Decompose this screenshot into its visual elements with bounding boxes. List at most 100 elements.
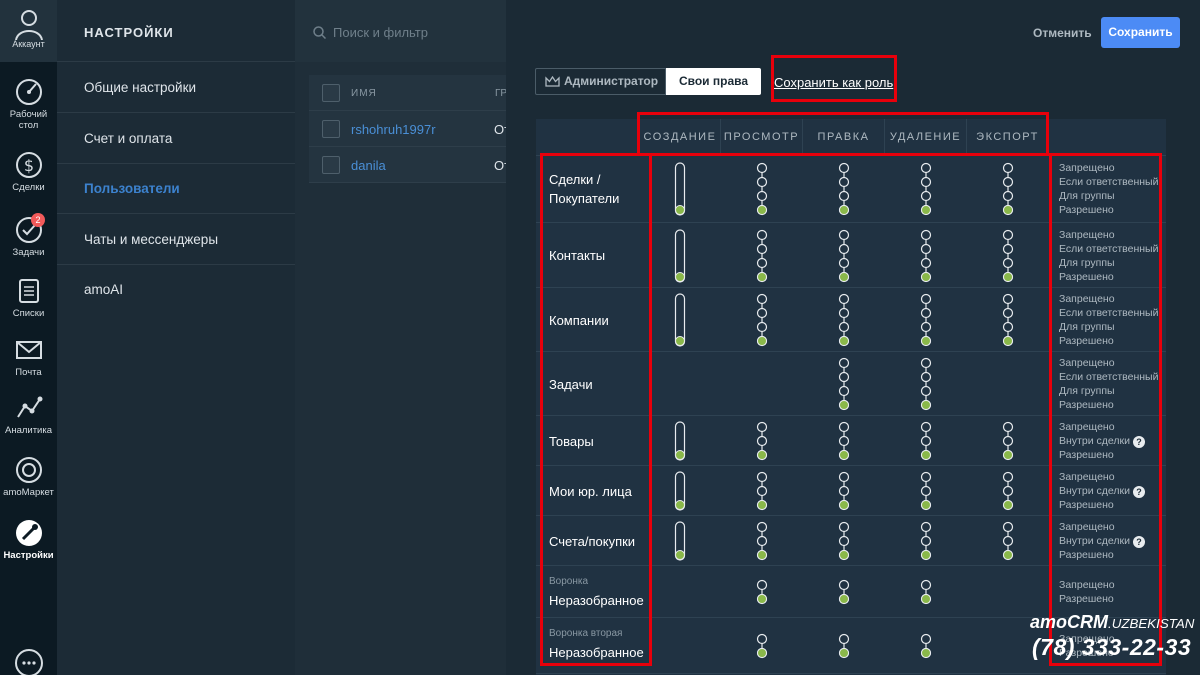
permission-slider[interactable]	[837, 420, 851, 462]
permission-slider[interactable]	[1001, 161, 1015, 217]
nav-tasks[interactable]: 2 Задачи	[0, 213, 57, 258]
tasks-count-badge: 2	[31, 213, 45, 227]
permission-slider[interactable]	[673, 228, 687, 284]
permission-slider[interactable]	[919, 632, 933, 660]
permission-slider[interactable]	[919, 161, 933, 217]
settings-title: НАСТРОЙКИ	[84, 25, 174, 40]
permission-slider[interactable]	[1001, 228, 1015, 284]
nav-settings[interactable]: Настройки	[0, 518, 57, 561]
nav-settings-label: Настройки	[3, 550, 54, 561]
highlight-row-labels	[540, 153, 652, 666]
permission-slider[interactable]	[919, 292, 933, 348]
nav-dashboard-label: Рабочий стол	[9, 109, 48, 131]
analytics-icon	[16, 396, 42, 418]
main-nav-rail: Аккаунт Рабочий стол $ Сделки 2 Задачи С…	[0, 0, 57, 675]
permission-slider[interactable]	[919, 578, 933, 606]
users-list-panel: Поиск и фильтр ИМЯ ГР rshohruh1997r От d…	[295, 0, 510, 675]
tab-administrator[interactable]: Администратор	[535, 68, 666, 95]
permission-slider[interactable]	[755, 520, 769, 562]
search-placeholder: Поиск и фильтр	[333, 25, 428, 40]
permission-slider[interactable]	[673, 420, 687, 462]
permission-slider[interactable]	[919, 420, 933, 462]
permission-slider[interactable]	[837, 356, 851, 412]
nav-deals[interactable]: $ Сделки	[0, 150, 57, 193]
select-all-checkbox[interactable]	[322, 84, 340, 102]
menu-item-amoai[interactable]: amoAI	[57, 264, 295, 315]
menu-item-billing[interactable]: Счет и оплата	[57, 113, 295, 164]
svg-text:$: $	[23, 156, 33, 175]
chat-icon[interactable]	[14, 648, 44, 675]
panel-topbar: Отменить Сохранить	[506, 0, 1200, 62]
permission-slider[interactable]	[755, 632, 769, 660]
crown-icon	[545, 76, 560, 87]
watermark-phone: (78) 333-22-33	[1032, 634, 1192, 660]
account-button[interactable]: Аккаунт	[0, 0, 57, 62]
permission-slider[interactable]	[1001, 470, 1015, 512]
watermark-brand: amoCRM.UZBEKISTAN	[1030, 612, 1194, 633]
nav-lists[interactable]: Списки	[0, 276, 57, 319]
cancel-button[interactable]: Отменить	[1033, 26, 1092, 40]
table-header: ИМЯ ГР	[309, 75, 507, 111]
row-checkbox[interactable]	[322, 156, 340, 174]
tab-own-rights[interactable]: Свои права	[666, 68, 761, 95]
permission-slider[interactable]	[755, 161, 769, 217]
search-icon	[313, 26, 326, 39]
permission-slider[interactable]	[919, 356, 933, 412]
search-input[interactable]: Поиск и фильтр	[295, 0, 506, 62]
permission-slider[interactable]	[755, 470, 769, 512]
permission-slider[interactable]	[755, 228, 769, 284]
permission-slider[interactable]	[837, 578, 851, 606]
highlight-column-headers	[637, 112, 1049, 156]
tab-administrator-label: Администратор	[564, 74, 659, 88]
permission-slider[interactable]	[837, 470, 851, 512]
permission-slider[interactable]	[1001, 520, 1015, 562]
menu-item-users[interactable]: Пользователи	[57, 163, 295, 214]
permission-slider[interactable]	[673, 292, 687, 348]
permission-slider[interactable]	[673, 520, 687, 562]
nav-dashboard[interactable]: Рабочий стол	[0, 77, 57, 131]
mail-icon	[15, 341, 42, 359]
menu-item-chats[interactable]: Чаты и мессенджеры	[57, 214, 295, 265]
market-icon	[15, 457, 42, 483]
nav-tasks-label: Задачи	[12, 247, 45, 258]
permission-slider[interactable]	[919, 470, 933, 512]
nav-market-label: amoМаркет	[3, 487, 54, 498]
user-name-link[interactable]: rshohruh1997r	[351, 122, 436, 137]
permission-slider[interactable]	[673, 161, 687, 217]
permission-slider[interactable]	[837, 292, 851, 348]
menu-item-general[interactable]: Общие настройки	[57, 62, 295, 113]
permission-slider[interactable]	[755, 420, 769, 462]
user-name-link[interactable]: danila	[351, 158, 386, 173]
account-label: Аккаунт	[12, 39, 45, 49]
watermark-brand-name: amoCRM	[1030, 612, 1109, 632]
nav-deals-label: Сделки	[12, 182, 45, 193]
avatar-icon	[14, 10, 43, 41]
permission-slider[interactable]	[673, 470, 687, 512]
highlight-options	[1049, 153, 1162, 666]
permission-slider[interactable]	[919, 228, 933, 284]
nav-mail-label: Почта	[15, 367, 42, 378]
permission-slider[interactable]	[755, 578, 769, 606]
table-row[interactable]: danila От	[309, 147, 510, 183]
permission-slider[interactable]	[1001, 292, 1015, 348]
nav-lists-label: Списки	[12, 308, 45, 319]
permission-slider[interactable]	[1001, 420, 1015, 462]
deals-icon: $	[15, 152, 42, 178]
watermark-country: .UZBEKISTAN	[1108, 616, 1195, 631]
nav-analytics[interactable]: Аналитика	[0, 393, 57, 436]
permission-slider[interactable]	[837, 632, 851, 660]
nav-analytics-label: Аналитика	[4, 425, 53, 436]
permission-slider[interactable]	[755, 292, 769, 348]
table-row[interactable]: rshohruh1997r От	[309, 111, 510, 147]
column-header-name[interactable]: ИМЯ	[351, 88, 377, 99]
users-table: ИМЯ ГР rshohruh1997r От danila От	[309, 75, 510, 183]
permission-slider[interactable]	[837, 228, 851, 284]
nav-market[interactable]: amoМаркет	[0, 455, 57, 498]
row-checkbox[interactable]	[322, 120, 340, 138]
permission-slider[interactable]	[919, 520, 933, 562]
highlight-save-as-role	[771, 55, 897, 102]
permission-slider[interactable]	[837, 520, 851, 562]
permission-slider[interactable]	[837, 161, 851, 217]
save-button[interactable]: Сохранить	[1101, 17, 1180, 48]
nav-mail[interactable]: Почта	[0, 335, 57, 378]
